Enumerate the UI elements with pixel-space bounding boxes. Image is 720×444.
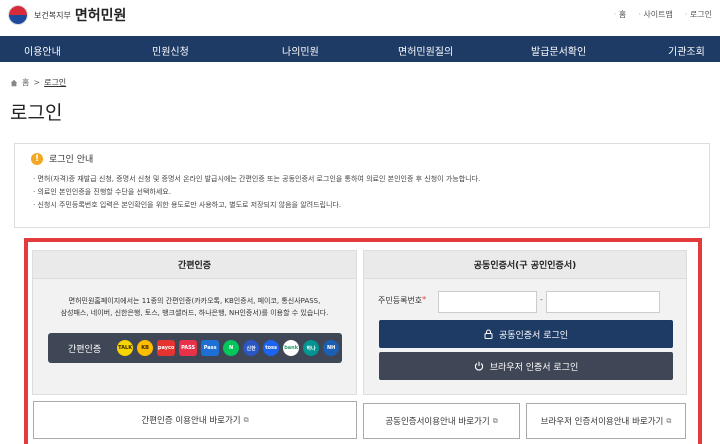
browser-cert-login-label: 브라우저 인증서 로그인 [489, 362, 579, 373]
nav-item-my[interactable]: 나의민원 [282, 43, 319, 58]
easy-auth-panel: 간편인증 면허민원홈페이지에서는 11종의 간편인증(카카오톡, KB인증서, … [32, 250, 357, 395]
provider-talk-icon: TALK [117, 340, 134, 356]
external-link-icon: ⧉ [492, 416, 498, 425]
util-link-login[interactable]: 로그인 [685, 9, 712, 20]
cert-login-button[interactable]: 공동인증서 로그인 [379, 320, 673, 348]
util-link-sitemap[interactable]: 사이트맵 [638, 9, 672, 20]
exclamation-icon: ! [31, 152, 43, 165]
site-header: 보건복지부 면허민원 홈 사이트맵 로그인 [0, 0, 720, 34]
cert-guide-link[interactable]: 공동인증서이용안내 바로가기 ⧉ [363, 403, 520, 439]
provider-nh-icon: NH [323, 340, 340, 356]
nav-item-apply[interactable]: 민원신청 [152, 43, 189, 58]
rrn-front-input[interactable] [438, 291, 537, 313]
breadcrumb-current: 로그인 [44, 78, 67, 87]
breadcrumb-home[interactable]: 홈 [22, 77, 29, 88]
browser-cert-guide-link[interactable]: 브라우저 인증서이용안내 바로가기 ⧉ [526, 403, 686, 439]
rrn-back-input[interactable] [546, 291, 660, 313]
breadcrumb-separator: > [33, 78, 41, 87]
cert-login-label: 공동인증서 로그인 [498, 330, 569, 341]
site-title: 면허민원 [74, 8, 127, 24]
page-title: 로그인 [10, 102, 63, 124]
notice-line: 면허(자격)증 재발급 신청, 증명서 신청 및 증명서 온라인 발급시에는 간… [33, 173, 699, 186]
easy-auth-button[interactable]: 간편인증 TALK KB payco PASS Pass N 신한 toss bank 하나 NH [48, 333, 342, 363]
cert-auth-panel: 공동인증서(구 공인인증서) 주민등록번호* - 공동인증서 로그인 브라우저 … [363, 250, 687, 395]
nav-item-guide[interactable]: 이용안내 [24, 43, 61, 58]
external-link-icon: ⧉ [243, 415, 249, 424]
site-logo[interactable]: 보건복지부 면허민원 [8, 5, 126, 25]
cert-auth-heading: 공동인증서(구 공인인증서) [364, 251, 686, 279]
utility-links: 홈 사이트맵 로그인 [614, 9, 712, 20]
nav-item-institution[interactable]: 기관조회 [668, 43, 705, 58]
required-mark: * [422, 295, 427, 304]
rrn-label-text: 주민등록번호 [378, 296, 423, 305]
cert-guide-label: 공동인증서이용안내 바로가기 [385, 417, 490, 427]
notice-line: 의료인 본인인증을 진행할 수단을 선택하세요. [33, 186, 699, 199]
easy-auth-button-label: 간편인증 [68, 344, 102, 355]
util-link-home[interactable]: 홈 [614, 9, 626, 20]
lock-icon [484, 329, 493, 339]
provider-하나-icon: 하나 [303, 340, 320, 356]
breadcrumb: 홈 > 로그인 [10, 77, 66, 88]
easy-auth-desc-line: 면허민원홈페이지에서는 11종의 간편인증(카카오톡, KB인증서, 페이코, … [68, 297, 321, 305]
login-notice: ! 로그인 안내 면허(자격)증 재발급 신청, 증명서 신청 및 증명서 온라… [14, 143, 710, 228]
nav-item-inquiry[interactable]: 면허민원질의 [398, 43, 453, 58]
provider-pass-icon: Pass [201, 340, 220, 356]
notice-title: 로그인 안내 [49, 155, 94, 165]
provider-toss-icon: toss [263, 340, 280, 356]
provider-pass-icon: PASS [179, 340, 198, 356]
browser-cert-login-button[interactable]: 브라우저 인증서 로그인 [379, 352, 673, 380]
provider-payco-icon: payco [157, 340, 176, 356]
external-link-icon: ⧉ [666, 416, 672, 425]
government-emblem-icon [8, 5, 28, 25]
nav-item-verify[interactable]: 발급문서확인 [531, 43, 586, 58]
rrn-dash: - [540, 295, 543, 304]
provider-bank-icon: bank [283, 340, 300, 356]
easy-auth-desc-line: 삼성패스, 네이버, 신한은행, 토스, 뱅크샐러드, 하나은행, NH인증서)… [60, 309, 329, 317]
provider-신한-icon: 신한 [243, 340, 260, 356]
ministry-name: 보건복지부 [34, 10, 71, 20]
provider-icons: TALK KB payco PASS Pass N 신한 toss bank 하나 NH [117, 340, 340, 356]
browser-cert-guide-label: 브라우저 인증서이용안내 바로가기 [540, 417, 664, 427]
notice-line: 신청시 주민등록번호 입력은 본인확인을 위한 용도로만 사용하고, 별도로 저… [33, 199, 699, 212]
easy-auth-guide-label: 간편인증 이용안내 바로가기 [141, 416, 241, 426]
power-icon [474, 361, 483, 371]
provider-n-icon: N [223, 340, 240, 356]
main-nav: 이용안내 민원신청 나의민원 면허민원질의 발급문서확인 기관조회 [0, 36, 720, 62]
provider-kb-icon: KB [137, 340, 154, 356]
easy-auth-heading: 간편인증 [33, 251, 356, 279]
home-icon[interactable] [10, 79, 18, 87]
easy-auth-guide-link[interactable]: 간편인증 이용안내 바로가기 ⧉ [33, 401, 357, 439]
rrn-label: 주민등록번호* [378, 295, 426, 306]
easy-auth-description: 면허민원홈페이지에서는 11종의 간편인증(카카오톡, KB인증서, 페이코, … [33, 295, 356, 319]
